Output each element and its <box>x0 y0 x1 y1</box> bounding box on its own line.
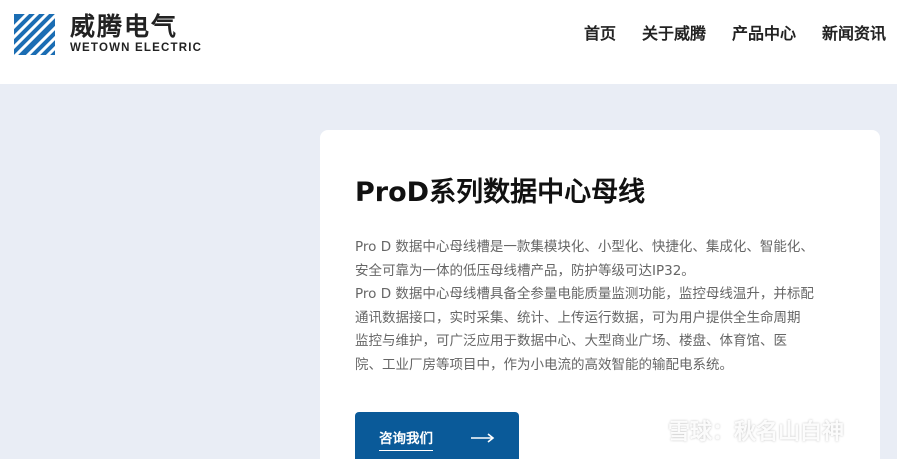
nav-item-home[interactable]: 首页 <box>584 22 616 46</box>
product-title: ProD系列数据中心母线 <box>355 177 646 208</box>
main-nav: 首页 关于威腾 产品中心 新闻资讯 <box>584 22 897 46</box>
nav-item-news[interactable]: 新闻资讯 <box>822 22 886 46</box>
description-line: 院、工业厂房等项目中，作为小电流的高效智能的输配电系统。 <box>355 356 733 373</box>
contact-us-label: 咨询我们 <box>379 427 433 451</box>
watermark: 雪球：秋名山白神 <box>628 414 844 446</box>
description-line: 安全可靠为一体的低压母线槽产品，防护等级可达IP32。 <box>355 262 695 279</box>
description-line: Pro D 数据中心母线槽具备全参量电能质量监测功能，监控母线温升，并标配 <box>355 286 814 302</box>
arrow-right-icon <box>471 433 495 443</box>
nav-item-about[interactable]: 关于威腾 <box>642 22 706 46</box>
contact-us-button[interactable]: 咨询我们 <box>355 412 519 459</box>
brand-name-en: WETOWN ELECTRIC <box>70 42 203 54</box>
product-description: Pro D 数据中心母线槽是一款集模块化、小型化、快捷化、集成化、智能化、 安全… <box>355 236 845 377</box>
product-card: ProD系列数据中心母线 Pro D 数据中心母线槽是一款集模块化、小型化、快捷… <box>320 130 880 459</box>
site-header: 威腾电气 WETOWN ELECTRIC 首页 关于威腾 产品中心 新闻资讯 <box>0 0 897 84</box>
brand-logo[interactable]: 威腾电气 WETOWN ELECTRIC <box>14 12 202 56</box>
nav-item-products[interactable]: 产品中心 <box>732 22 796 46</box>
brand-name-cn: 威腾电气 <box>70 12 179 41</box>
description-line: 通讯数据接口，实时采集、统计、上传运行数据，可为用户提供全生命周期 <box>355 309 801 326</box>
wetown-stripes-logo-icon <box>14 13 55 55</box>
watermark-text: 雪球：秋名山白神 <box>668 420 845 445</box>
description-line: Pro D 数据中心母线槽是一款集模块化、小型化、快捷化、集成化、智能化、 <box>355 239 814 255</box>
description-line: 监控与维护，可广泛应用于数据中心、大型商业广场、楼盘、体育馆、医 <box>355 333 787 349</box>
xueqiu-logo-icon <box>628 414 660 446</box>
